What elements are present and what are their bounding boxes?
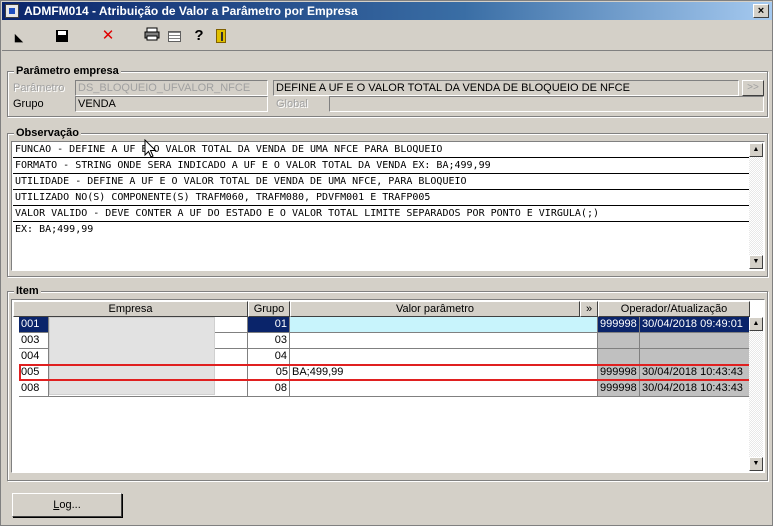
operador-cell: 999998 <box>598 381 640 397</box>
column-header-empresa[interactable]: Empresa <box>13 301 248 317</box>
log-button[interactable]: Log... <box>12 493 122 517</box>
column-header-valor[interactable]: Valor parâmetro <box>290 301 580 317</box>
memo-line: VALOR VALIDO - DEVE CONTER A UF DO ESTAD… <box>13 207 750 222</box>
operador-cell <box>598 349 640 365</box>
empresa-cell[interactable]: 008 <box>19 381 49 397</box>
atualizacao-cell: 30/04/2018 10:43:43 <box>640 381 750 397</box>
grupo-cell[interactable]: 08 <box>248 381 290 397</box>
empresa-cell[interactable]: 001 <box>19 317 49 333</box>
print-icon[interactable] <box>143 27 161 45</box>
mouse-cursor-icon <box>144 139 157 158</box>
parametro-field[interactable]: DS_BLOQUEIO_UFVALOR_NFCE <box>75 80 268 96</box>
valor-cell[interactable] <box>290 317 598 333</box>
log-button-label: og... <box>59 499 81 511</box>
item-grid[interactable]: Empresa Grupo Valor parâmetro » Operador… <box>11 299 765 473</box>
column-header-operador[interactable]: Operador/Atualização <box>598 301 750 317</box>
operador-cell: 999998 <box>598 365 640 381</box>
global-field[interactable] <box>329 96 764 112</box>
observacao-scrollbar[interactable]: ▲ ▼ <box>749 143 763 269</box>
operador-cell <box>598 333 640 349</box>
window-title: ADMFM014 - Atribuição de Valor a Parâmet… <box>24 4 358 18</box>
scroll-down-icon[interactable]: ▼ <box>749 457 763 471</box>
save-icon[interactable] <box>56 30 68 42</box>
cancel-icon[interactable]: ✕ <box>99 27 117 45</box>
scroll-down-icon[interactable]: ▼ <box>749 255 763 269</box>
grupo-field[interactable]: VENDA <box>75 96 268 112</box>
empresa-cell[interactable]: 003 <box>19 333 49 349</box>
global-label: Global <box>276 98 308 110</box>
column-expand-button[interactable]: » <box>580 301 598 317</box>
grupo-cell[interactable]: 04 <box>248 349 290 365</box>
valor-cell[interactable]: BA;499,99 <box>290 365 598 381</box>
app-icon <box>5 4 19 18</box>
cursor-icon[interactable] <box>10 27 28 45</box>
operador-cell: 999998 <box>598 317 640 333</box>
memo-line: UTILIDADE - DEFINE A UF E O VALOR TOTAL … <box>13 175 750 190</box>
memo-line: FUNCAO - DEFINE A UF E O VALOR TOTAL DA … <box>13 143 750 158</box>
atualizacao-cell <box>640 349 750 365</box>
item-legend: Item <box>14 284 41 298</box>
exit-icon[interactable] <box>216 29 226 43</box>
empresa-cell[interactable]: 004 <box>19 349 49 365</box>
atualizacao-cell: 30/04/2018 10:43:43 <box>640 365 750 381</box>
observacao-memo[interactable]: FUNCAO - DEFINE A UF E O VALOR TOTAL DA … <box>11 141 765 271</box>
atualizacao-cell <box>640 333 750 349</box>
valor-cell[interactable] <box>290 333 598 349</box>
atualizacao-cell: 30/04/2018 09:49:01 <box>640 317 750 333</box>
parametro-empresa-legend: Parâmetro empresa <box>14 64 121 78</box>
empresa-cell[interactable]: 005 <box>19 365 49 381</box>
grupo-cell[interactable]: 01 <box>248 317 290 333</box>
toolbar: ✕ ? <box>2 21 772 51</box>
column-header-grupo[interactable]: Grupo <box>248 301 290 317</box>
memo-line: FORMATO - STRING ONDE SERA INDICADO A UF… <box>13 159 750 174</box>
help-icon[interactable]: ? <box>190 27 208 45</box>
memo-line: EX: BA;499,99 <box>15 224 94 235</box>
valor-cell[interactable] <box>290 381 598 397</box>
print-icon-shape <box>144 27 160 41</box>
title-bar: ADMFM014 - Atribuição de Valor a Parâmet… <box>2 2 772 20</box>
parametro-empresa-group: Parâmetro empresa Parâmetro DS_BLOQUEIO_… <box>7 64 768 117</box>
descricao-field[interactable]: DEFINE A UF E O VALOR TOTAL DA VENDA DE … <box>273 80 739 96</box>
item-scrollbar[interactable]: ▲ ▼ <box>749 317 763 471</box>
grupo-cell[interactable]: 05 <box>248 365 290 381</box>
grupo-cell[interactable]: 03 <box>248 333 290 349</box>
close-button[interactable]: × <box>753 4 769 18</box>
scroll-up-icon[interactable]: ▲ <box>749 317 763 331</box>
observacao-legend: Observação <box>14 126 81 140</box>
memo-line: UTILIZADO NO(S) COMPONENTE(S) TRAFM060, … <box>13 191 750 206</box>
lookup-button[interactable]: >> <box>742 80 764 96</box>
grid-icon[interactable] <box>168 31 181 42</box>
redacted-company-names <box>49 317 215 395</box>
valor-cell[interactable] <box>290 349 598 365</box>
window: ADMFM014 - Atribuição de Valor a Parâmet… <box>0 0 773 526</box>
scroll-up-icon[interactable]: ▲ <box>749 143 763 157</box>
grupo-label: Grupo <box>13 98 44 110</box>
parametro-label: Parâmetro <box>13 82 65 94</box>
